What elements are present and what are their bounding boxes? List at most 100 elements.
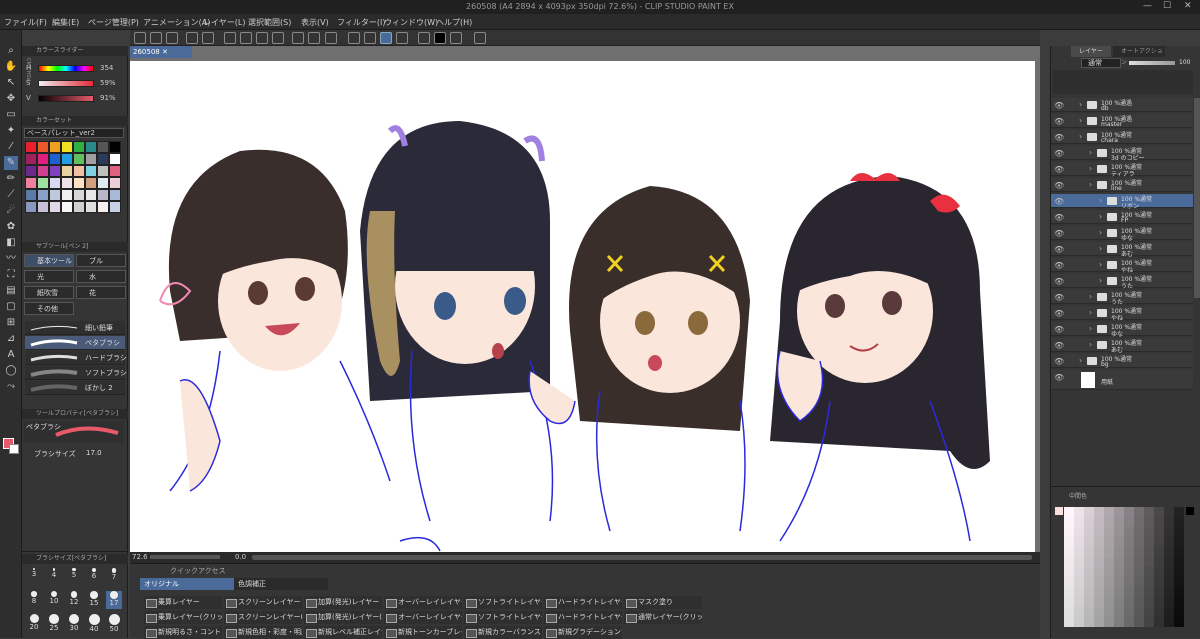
expand-arrow-icon[interactable]: ›	[1089, 148, 1092, 157]
color-swatch[interactable]	[37, 141, 49, 153]
color-swatch[interactable]	[85, 141, 97, 153]
menu-window[interactable]: ウィンドウ(W)	[384, 17, 438, 28]
intermediate-color-cell[interactable]	[1174, 607, 1184, 617]
intermediate-color-cell[interactable]	[1114, 547, 1124, 557]
intermediate-color-cell[interactable]	[1064, 587, 1074, 597]
eye-icon[interactable]: 👁	[1054, 325, 1064, 334]
layer-row[interactable]: 👁 › 100 %通過 db	[1051, 98, 1193, 112]
intermediate-color-cell[interactable]	[1124, 597, 1134, 607]
color-swatch[interactable]	[25, 141, 37, 153]
sub-color-icon[interactable]	[450, 32, 462, 44]
color-swatch[interactable]	[37, 177, 49, 189]
intermediate-color-cell[interactable]	[1104, 517, 1114, 527]
quick-access-item[interactable]: 加算(発光)レイヤー	[304, 596, 382, 609]
eye-icon[interactable]: 👁	[1054, 181, 1064, 190]
quick-access-item[interactable]: ハードライトレイヤー	[544, 596, 622, 609]
sub-color-swatch[interactable]	[9, 444, 19, 454]
angle-value[interactable]: 0.0	[235, 553, 246, 561]
intermediate-color-cell[interactable]	[1174, 507, 1184, 517]
layer-row[interactable]: 👁 › 100 %通常 うた	[1051, 274, 1193, 290]
redo-icon[interactable]	[240, 32, 252, 44]
brush-tool-icon[interactable]	[150, 32, 162, 44]
intermediate-color-cell[interactable]	[1144, 537, 1154, 547]
intermediate-color-cell[interactable]	[1094, 567, 1104, 577]
intermediate-color-cell[interactable]	[1064, 527, 1074, 537]
quick-access-item[interactable]: ソフトライトレイヤー	[464, 596, 542, 609]
expand-arrow-icon[interactable]: ›	[1089, 308, 1092, 317]
maximize-icon[interactable]: ☐	[1163, 1, 1171, 11]
snap-special-ruler-icon[interactable]	[364, 32, 376, 44]
intermediate-color-cell[interactable]	[1084, 507, 1094, 517]
color-swatch[interactable]	[73, 141, 85, 153]
intermediate-color-cell[interactable]	[1154, 607, 1164, 617]
intermediate-color-cell[interactable]	[1144, 577, 1154, 587]
palette-select[interactable]: ベースパレット_ver2	[24, 128, 124, 138]
intermediate-color-cell[interactable]	[1134, 577, 1144, 587]
airbrush-icon[interactable]: ☄	[4, 204, 18, 218]
undo-icon[interactable]	[224, 32, 236, 44]
color-swatch[interactable]	[61, 189, 73, 201]
layer-row[interactable]: 👁 用紙	[1051, 370, 1193, 390]
operation-tool-icon[interactable]: ↖	[4, 76, 18, 90]
intermediate-color-cell[interactable]	[1094, 527, 1104, 537]
color-swatch[interactable]	[85, 189, 97, 201]
brush-size-option[interactable]: 40	[86, 614, 102, 633]
snap-perspective-icon[interactable]	[396, 32, 408, 44]
intermediate-color-cell[interactable]	[1124, 607, 1134, 617]
color-swatch[interactable]	[97, 165, 109, 177]
pen-icon[interactable]: ✎	[4, 156, 18, 170]
move-layer-icon[interactable]: ✥	[4, 92, 18, 106]
expand-arrow-icon[interactable]: ›	[1089, 292, 1092, 301]
intermediate-color-cell[interactable]	[1144, 527, 1154, 537]
quick-access-item[interactable]: ソフトライトレイヤー(クリッピング)	[464, 611, 542, 624]
intermediate-color-cell[interactable]	[1134, 517, 1144, 527]
close-icon[interactable]: ✕	[1184, 1, 1192, 11]
color-swatch[interactable]	[109, 201, 121, 213]
brush-size-option[interactable]: 10	[46, 591, 62, 609]
intermediate-color-cell[interactable]	[1064, 537, 1074, 547]
intermediate-color-cell[interactable]	[1084, 547, 1094, 557]
intermediate-color-cell[interactable]	[1114, 587, 1124, 597]
intermediate-color-cell[interactable]	[1074, 547, 1084, 557]
opacity-slider[interactable]	[1129, 61, 1175, 65]
color-swatch[interactable]	[61, 165, 73, 177]
layer-row[interactable]: 👁 › 100 %通常 ゆな	[1051, 322, 1193, 338]
expand-arrow-icon[interactable]: ›	[1079, 100, 1082, 109]
intermediate-color-cell[interactable]	[1164, 537, 1174, 547]
intermediate-color-cell[interactable]	[1114, 607, 1124, 617]
color-swatch[interactable]	[49, 141, 61, 153]
quick-access-item[interactable]: 新規色相・彩度・明度	[224, 626, 302, 639]
expand-arrow-icon[interactable]: ›	[1099, 228, 1102, 237]
color-swatch[interactable]	[73, 201, 85, 213]
intermediate-color-cell[interactable]	[1154, 527, 1164, 537]
expand-arrow-icon[interactable]: ›	[1099, 276, 1102, 285]
menu-page[interactable]: ページ管理(P)	[88, 17, 139, 28]
transform-icon[interactable]	[308, 32, 320, 44]
intermediate-color-cell[interactable]	[1084, 587, 1094, 597]
color-swatch[interactable]	[85, 177, 97, 189]
intermediate-color-cell[interactable]	[1074, 597, 1084, 607]
intermediate-color-cell[interactable]	[1084, 517, 1094, 527]
intermediate-color-cell[interactable]	[1164, 507, 1174, 517]
subtool-group-other[interactable]: その他	[24, 302, 74, 315]
intermediate-color-cell[interactable]	[1144, 507, 1154, 517]
intermediate-color-cell[interactable]	[1164, 617, 1174, 627]
color-swatch[interactable]	[73, 189, 85, 201]
color-swatch[interactable]	[61, 177, 73, 189]
color-swatch[interactable]	[109, 141, 121, 153]
layer-row[interactable]: 👁 › 100 %通過 master	[1051, 114, 1193, 128]
intermediate-color-cell[interactable]	[1104, 607, 1114, 617]
color-swatch[interactable]	[73, 177, 85, 189]
intermediate-color-cell[interactable]	[1124, 547, 1134, 557]
intermediate-color-cell[interactable]	[1164, 557, 1174, 567]
intermediate-color-cell[interactable]	[1144, 557, 1154, 567]
subtool-group-ble[interactable]: ブル	[76, 254, 126, 267]
intermediate-color-cell[interactable]	[1124, 577, 1134, 587]
brush-size-property[interactable]: ブラシサイズ 17.0	[24, 447, 124, 461]
balloon-icon[interactable]: ◯	[4, 364, 18, 378]
intermediate-color-cell[interactable]	[1094, 607, 1104, 617]
menu-view[interactable]: 表示(V)	[301, 17, 329, 28]
color-swatch[interactable]	[25, 177, 37, 189]
brush-item-soft[interactable]: ソフトブラシ	[25, 366, 127, 380]
intermediate-color-cell[interactable]	[1104, 597, 1114, 607]
